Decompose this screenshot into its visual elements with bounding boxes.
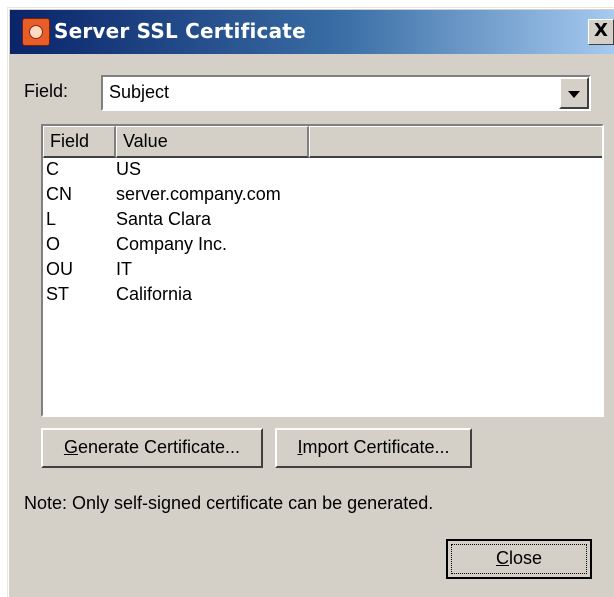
row-field: L: [46, 209, 57, 229]
import-label: mport Certificate...: [302, 437, 450, 457]
close-mnemonic: C: [495, 548, 509, 568]
row-field: ST: [46, 284, 70, 304]
table-row[interactable]: O Company Inc.: [43, 234, 602, 259]
close-icon[interactable]: X: [588, 19, 614, 45]
import-certificate-button[interactable]: Import Certificate...: [275, 428, 472, 468]
certificate-fields-table[interactable]: Field Value C US CN server.company.com L…: [41, 124, 604, 417]
row-value: Santa Clara: [116, 209, 212, 229]
row-field: C: [46, 159, 59, 179]
certificate-app-icon: [22, 18, 50, 46]
table-header: Field Value: [43, 126, 602, 158]
window-title: Server SSL Certificate: [54, 19, 306, 43]
column-header-field[interactable]: Field: [43, 126, 116, 158]
table-row[interactable]: CN server.company.com: [43, 184, 602, 209]
field-select-value: Subject: [109, 82, 170, 102]
row-value: Company Inc.: [116, 234, 228, 254]
server-ssl-certificate-dialog: Server SSL Certificate X Field: Subject …: [7, 7, 614, 597]
generate-mnemonic: G: [63, 437, 78, 457]
chevron-down-icon[interactable]: [559, 77, 589, 109]
note-text: Note: Only self-signed certificate can b…: [24, 493, 434, 513]
row-field: OU: [46, 259, 73, 279]
generate-certificate-button[interactable]: Generate Certificate...: [41, 428, 263, 468]
row-value: IT: [116, 259, 132, 279]
table-row[interactable]: C US: [43, 159, 602, 184]
close-button[interactable]: Close: [446, 539, 592, 579]
field-select[interactable]: Subject: [101, 75, 591, 111]
generate-label: enerate Certificate...: [77, 437, 241, 457]
column-header-blank[interactable]: [309, 126, 602, 158]
focus-rect: Close: [451, 544, 587, 574]
row-field: O: [46, 234, 61, 254]
table-row[interactable]: ST California: [43, 284, 602, 309]
row-value: US: [116, 159, 142, 179]
column-header-value[interactable]: Value: [116, 126, 309, 158]
table-row[interactable]: OU IT: [43, 259, 602, 284]
title-bar[interactable]: Server SSL Certificate X: [10, 10, 614, 54]
field-label: Field:: [24, 81, 69, 101]
row-field: CN: [46, 184, 72, 204]
row-value: California: [116, 284, 193, 304]
close-label: lose: [508, 548, 543, 568]
table-row[interactable]: L Santa Clara: [43, 209, 602, 234]
row-value: server.company.com: [116, 184, 281, 204]
